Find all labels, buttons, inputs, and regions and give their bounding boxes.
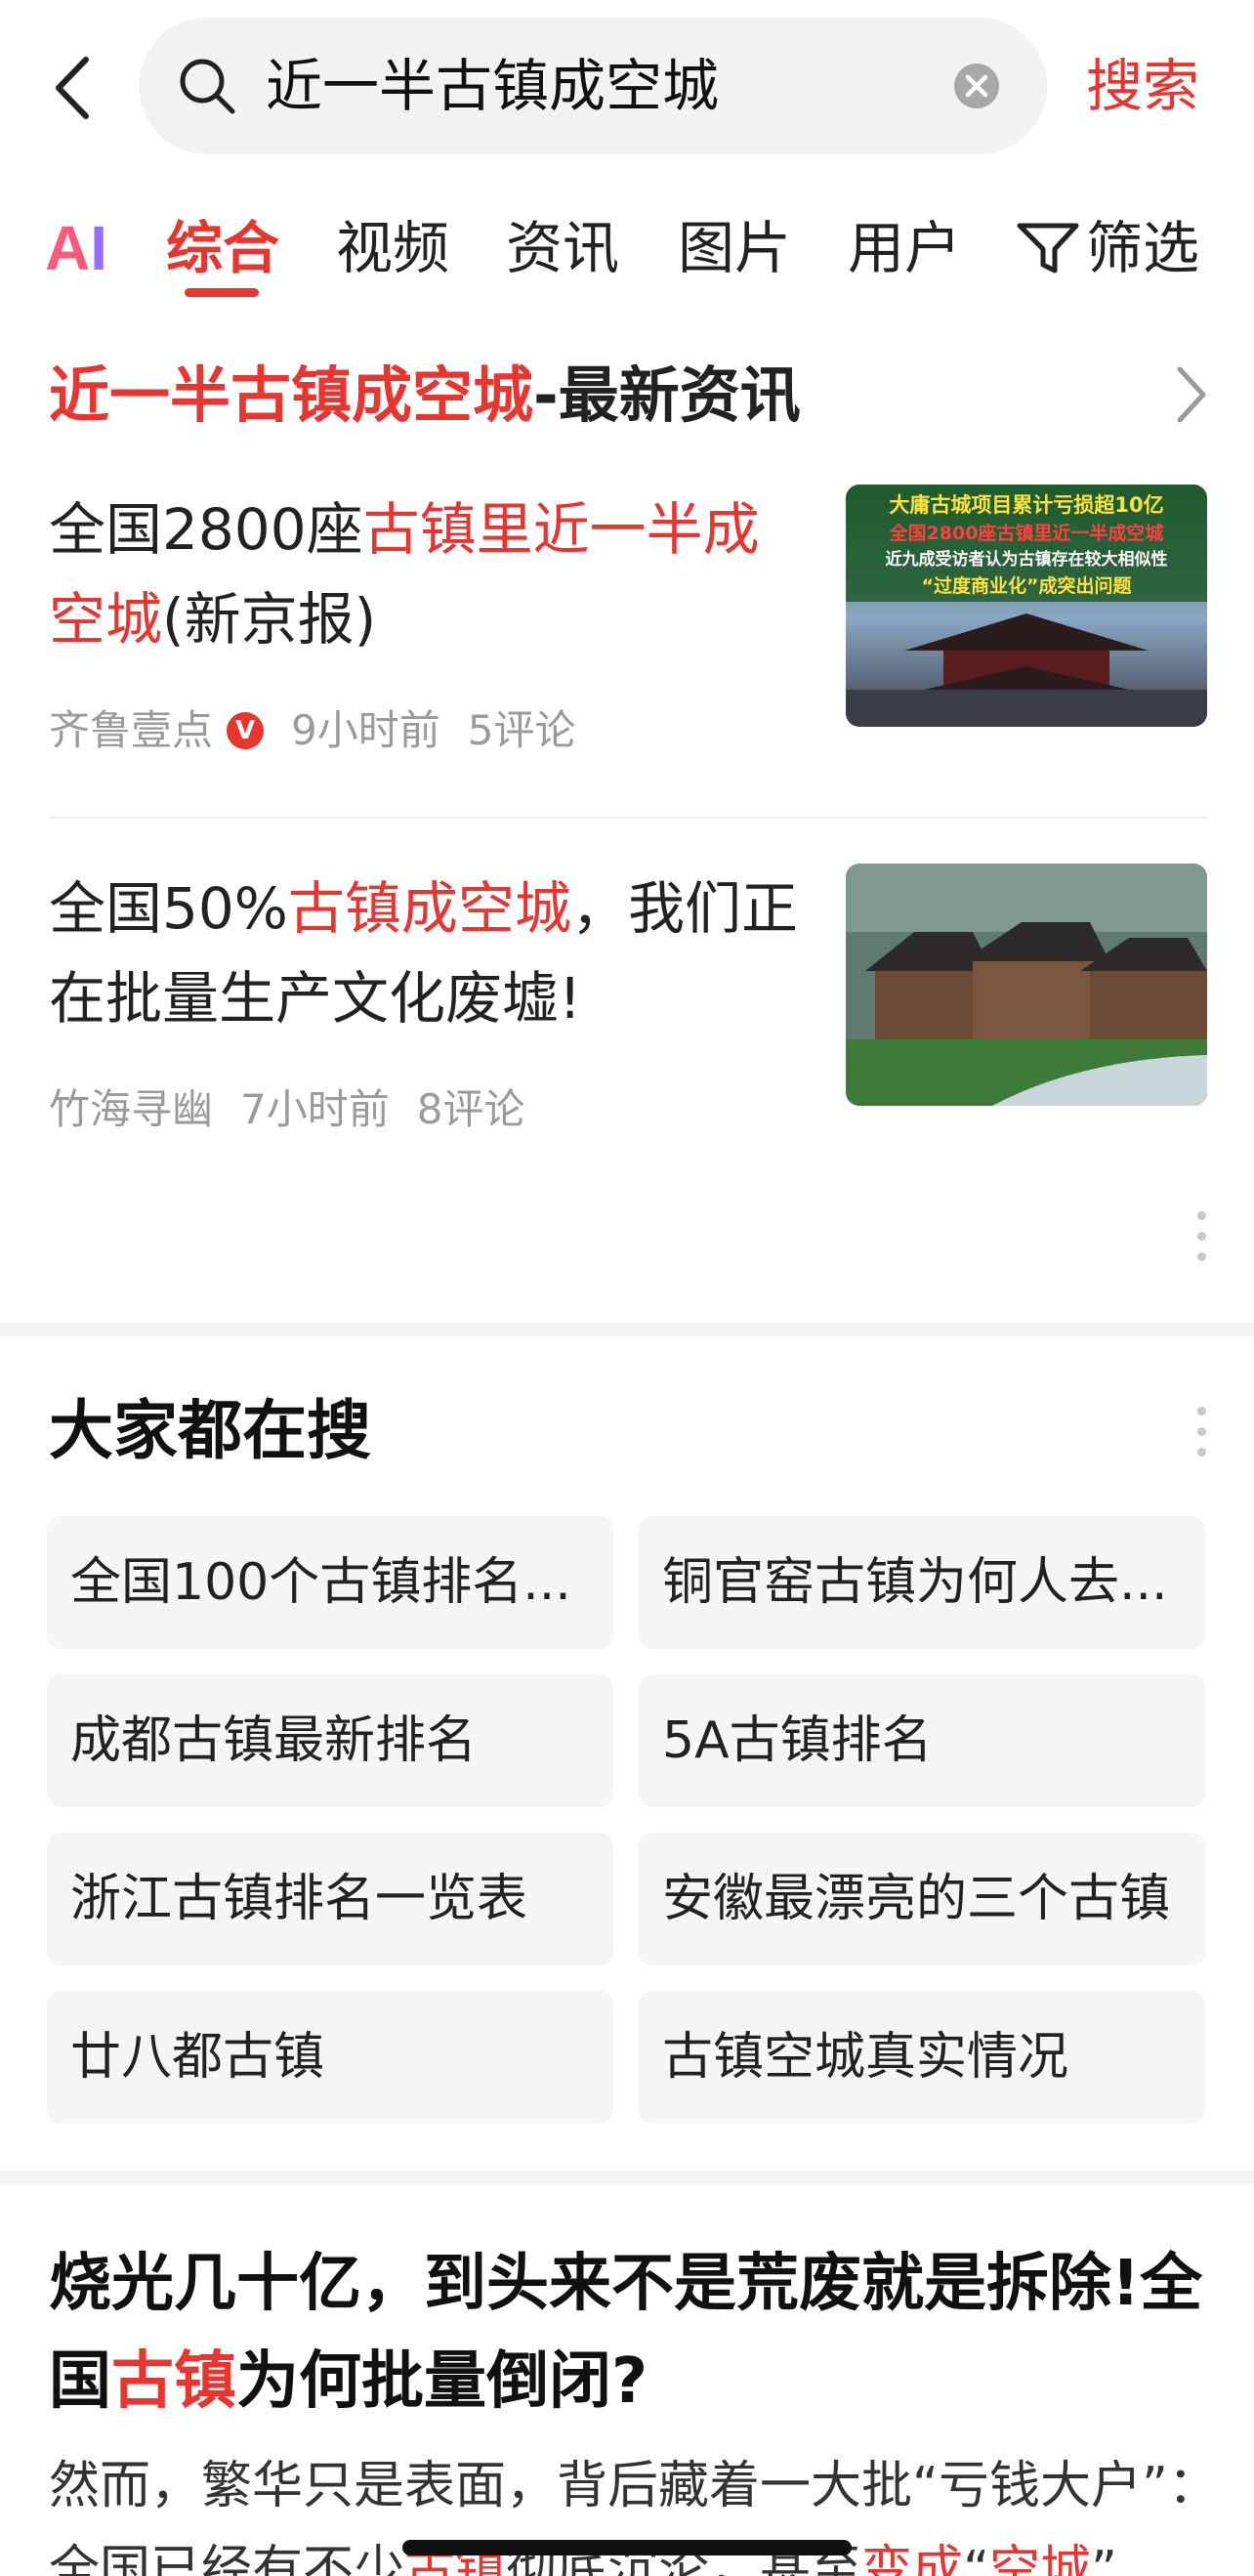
- verified-badge-icon: V: [227, 712, 265, 749]
- article-thumbnail[interactable]: [846, 864, 1207, 1106]
- article-comments: 5评论: [467, 706, 576, 754]
- news-section-header[interactable]: 近一半古镇成空城-最新资讯: [49, 352, 1211, 440]
- hot-search-chip[interactable]: 全国100个古镇排名...: [47, 1516, 613, 1649]
- hot-search-chip[interactable]: 浙江古镇排名一览表: [47, 1833, 613, 1965]
- news-header-suffix: -最新资讯: [533, 359, 801, 431]
- category-tabs: AI 综合 视频 资讯 图片 用户 筛选: [0, 195, 1254, 303]
- top-search-bar: 近一半古镇成空城 搜索: [0, 0, 1254, 166]
- thumbnail-image: 大庸古城项目累计亏损超10亿 全国2800座古镇里近一半成空城 近九成受访者认为…: [846, 485, 1207, 727]
- article-source: 齐鲁壹点: [49, 706, 214, 754]
- hot-search-chip[interactable]: 安徽最漂亮的三个古镇: [639, 1833, 1205, 1965]
- tab-news[interactable]: 资讯: [506, 211, 619, 285]
- excerpt-part: ”: [1091, 2541, 1117, 2576]
- search-input[interactable]: 近一半古镇成空城: [266, 47, 719, 125]
- thumbnail-image: [846, 864, 1207, 1106]
- excerpt-highlight: 变成: [861, 2541, 964, 2576]
- home-indicator[interactable]: [402, 2540, 852, 2555]
- hot-searches-title: 大家都在搜: [49, 1393, 371, 1468]
- thumbnail-text-line: 全国2800座古镇里近一半成空城: [889, 522, 1164, 544]
- title-highlight: 古镇成空城: [287, 875, 571, 942]
- news-header-keyword: 近一半古镇成空城: [49, 359, 534, 431]
- article-comments: 8评论: [416, 1085, 525, 1133]
- hot-search-chip[interactable]: 廿八都古镇: [47, 1991, 613, 2124]
- news-article[interactable]: 全国2800座古镇里近一半成空城(新京报) 齐鲁壹点 V 9小时前 5评论 大庸…: [49, 485, 1207, 778]
- hot-search-chip[interactable]: 铜官窑古镇为何人去...: [639, 1516, 1205, 1649]
- search-icon: [180, 59, 235, 114]
- more-options-icon[interactable]: [1195, 1407, 1207, 1465]
- feature-article-title[interactable]: 烧光几十亿，到头来不是荒废就是拆除!全国古镇为何批量倒闭?: [49, 2235, 1211, 2430]
- article-thumbnail[interactable]: 大庸古城项目累计亏损超10亿 全国2800座古镇里近一半成空城 近九成受访者认为…: [846, 485, 1207, 727]
- news-section-title: 近一半古镇成空城-最新资讯: [49, 352, 1211, 440]
- hot-search-chip[interactable]: 5A古镇排名: [639, 1674, 1205, 1807]
- excerpt-part: “: [963, 2541, 990, 2576]
- tab-video[interactable]: 视频: [336, 211, 449, 285]
- thumbnail-text-line: 近九成受访者认为古镇存在较大相似性: [886, 549, 1168, 570]
- search-box[interactable]: 近一半古镇成空城: [139, 18, 1047, 154]
- ai-tab[interactable]: AI: [45, 211, 107, 285]
- thumbnail-text-line: 大庸古城项目累计亏损超10亿: [889, 493, 1163, 517]
- filter-label: 筛选: [1086, 215, 1200, 281]
- article-meta: 竹海寻幽 7小时前 8评论: [49, 1080, 552, 1139]
- filter-icon: [1017, 223, 1079, 274]
- title-part: 为何批量倒闭?: [236, 2345, 648, 2418]
- clear-icon[interactable]: [953, 63, 1000, 109]
- hot-search-chip[interactable]: 古镇空城真实情况: [639, 1991, 1205, 2124]
- title-highlight: 古镇: [111, 2345, 236, 2418]
- search-button[interactable]: 搜索: [1086, 47, 1199, 125]
- article-divider: [49, 817, 1207, 819]
- more-options-icon[interactable]: [1195, 1211, 1207, 1270]
- tab-comprehensive[interactable]: 综合: [166, 211, 279, 285]
- article-title[interactable]: 全国2800座古镇里近一半成空城(新京报): [49, 485, 801, 664]
- title-part: 全国2800座: [49, 496, 363, 563]
- title-part: 全国50%: [49, 875, 288, 942]
- tab-images[interactable]: 图片: [678, 211, 791, 285]
- ai-logo-a: A: [45, 213, 91, 283]
- hot-search-chip[interactable]: 成都古镇最新排名: [47, 1674, 613, 1807]
- filter-button[interactable]: 筛选: [1016, 211, 1199, 285]
- active-tab-indicator: [185, 288, 259, 297]
- thumbnail-text-line: “过度商业化”成突出问题: [922, 574, 1132, 597]
- excerpt-highlight: 空城: [989, 2541, 1092, 2576]
- article-time: 9小时前: [291, 706, 440, 754]
- title-part: (新京报): [162, 586, 377, 653]
- article-time: 7小时前: [240, 1085, 390, 1133]
- feature-article-excerpt[interactable]: 然而，繁华只是表面，背后藏着一大批“亏钱大户”：全国已经有不少古镇彻底沉沦，甚至…: [49, 2444, 1221, 2576]
- tab-users[interactable]: 用户: [848, 211, 961, 285]
- section-separator: [0, 1323, 1254, 1336]
- article-source: 竹海寻幽: [49, 1085, 214, 1133]
- ai-logo-i: I: [90, 213, 107, 283]
- chevron-right-icon[interactable]: [1172, 363, 1211, 426]
- section-separator: [0, 2171, 1254, 2184]
- article-meta: 齐鲁壹点 V 9小时前 5评论: [49, 701, 603, 760]
- back-arrow-icon[interactable]: [49, 54, 98, 122]
- article-title[interactable]: 全国50%古镇成空城，我们正在批量生产文化废墟!: [49, 864, 801, 1043]
- news-article[interactable]: 全国50%古镇成空城，我们正在批量生产文化废墟! 竹海寻幽 7小时前 8评论: [49, 864, 1207, 1157]
